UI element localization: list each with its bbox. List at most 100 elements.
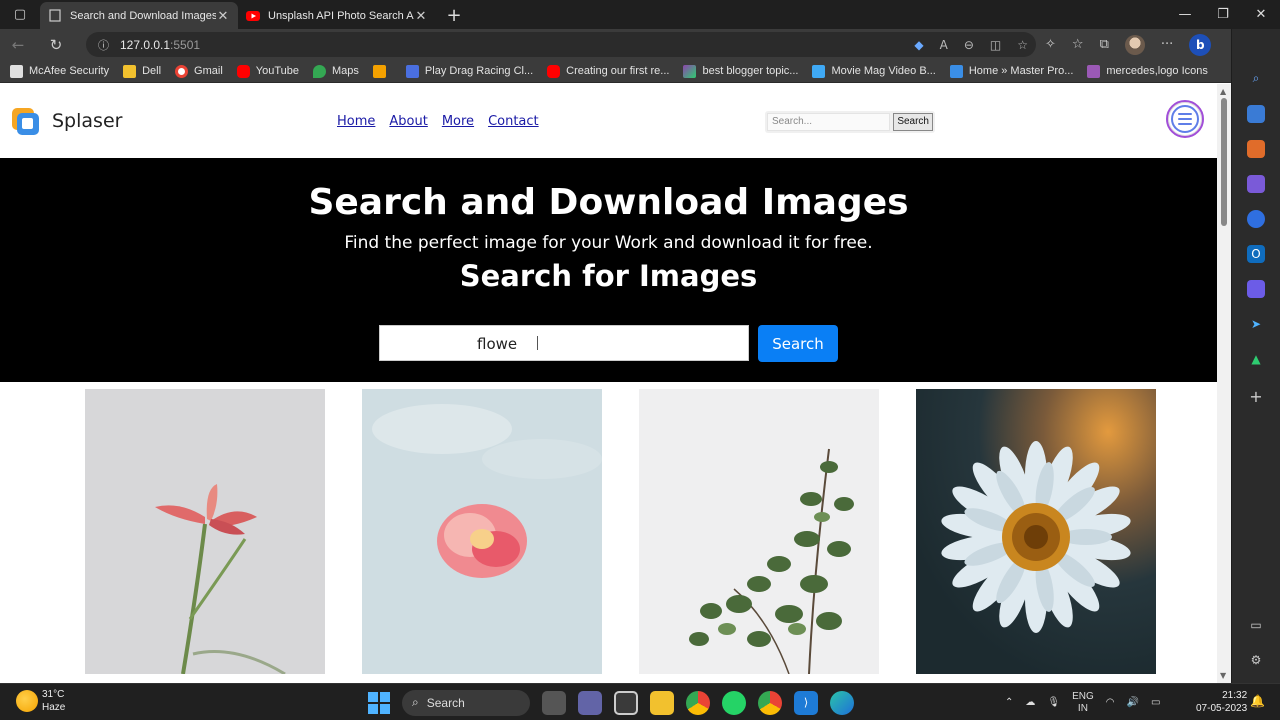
task-view-icon[interactable] (542, 690, 566, 715)
brand-name[interactable]: Splaser (52, 110, 122, 132)
result-image[interactable] (362, 389, 602, 674)
tag-icon[interactable]: ◆ (914, 38, 923, 52)
image-search-button[interactable]: Search (758, 325, 838, 362)
bookmark-item[interactable]: Play Drag Racing Cl... (405, 64, 533, 78)
splaser-logo[interactable] (12, 108, 40, 136)
outlook-icon[interactable]: O (1247, 245, 1265, 263)
bookmark-item[interactable]: Dell (123, 64, 161, 78)
edge-icon[interactable] (830, 690, 854, 715)
volume-icon[interactable]: 🔊 (1127, 697, 1139, 708)
split-screen-icon[interactable]: ◫ (990, 38, 1001, 52)
tab-unsplash-app[interactable]: Unsplash API Photo Search App ✕ (238, 2, 436, 29)
sidebar-toggle-icon[interactable]: ▭ (1247, 616, 1265, 634)
language-indicator[interactable]: ENG IN (1072, 691, 1094, 715)
store-icon[interactable] (614, 690, 638, 715)
file-explorer-icon[interactable] (650, 690, 674, 715)
result-image[interactable] (916, 389, 1156, 674)
read-aloud-icon[interactable]: A (940, 38, 948, 52)
bookmark-item[interactable]: Home » Master Pro... (949, 64, 1073, 78)
bookmark-item[interactable]: Movie Mag Video B... (812, 64, 936, 78)
scroll-up-icon[interactable]: ▲ (1220, 87, 1226, 96)
bookmark-item[interactable]: McAfee Security (10, 64, 109, 78)
page-icon (949, 64, 963, 78)
chrome-icon[interactable] (686, 690, 710, 715)
system-tray: ⌃ ☁ 🎙 ENG IN ◠ 🔊 ▭ (1005, 687, 1160, 718)
battery-icon[interactable]: ▭ (1151, 697, 1160, 708)
bookmark-item[interactable]: Gmail (175, 64, 223, 78)
taskbar-search[interactable]: ⌕ Search (402, 689, 530, 716)
more-menu-icon[interactable]: ··· (1161, 37, 1173, 52)
tab-actions-icon[interactable]: ▢ (0, 0, 40, 29)
copilot-icon[interactable] (1247, 210, 1265, 228)
tag-icon[interactable] (1247, 105, 1265, 123)
favorites-icon[interactable]: ☆ (1072, 37, 1084, 52)
youtube-icon (547, 64, 561, 78)
games-icon[interactable] (1247, 175, 1265, 193)
zoom-icon[interactable]: ⊖ (964, 38, 974, 52)
nav-contact[interactable]: Contact (488, 114, 539, 129)
refresh-icon[interactable]: ↻ (38, 29, 74, 60)
tab-close-icon[interactable]: ✕ (414, 8, 428, 24)
image-search-input[interactable]: flowe (379, 325, 749, 361)
nav-about[interactable]: About (389, 114, 427, 129)
back-icon[interactable]: ← (0, 29, 36, 60)
notification-icon[interactable]: 🔔 (1250, 694, 1265, 708)
tab-close-icon[interactable]: ✕ (216, 8, 230, 24)
new-tab-button[interactable]: + (442, 2, 466, 29)
tab-title: Search and Download Images (70, 9, 216, 22)
tools-icon[interactable] (1247, 140, 1265, 158)
bookmark-item[interactable]: YouTube (236, 64, 299, 78)
youtube-icon (236, 64, 250, 78)
site-info-icon[interactable]: ⓘ (98, 37, 120, 53)
icons-site-icon (1087, 64, 1101, 78)
chrome-icon[interactable] (758, 690, 782, 715)
tree-icon[interactable]: ▲ (1247, 350, 1265, 368)
microphone-icon[interactable]: 🎙 (1047, 697, 1060, 708)
weather-widget[interactable]: 31°C Haze (16, 688, 65, 714)
wifi-icon[interactable]: ◠ (1106, 697, 1115, 708)
close-window-icon[interactable]: ✕ (1242, 0, 1280, 29)
bookmark-item[interactable] (372, 64, 392, 78)
extensions-icon[interactable]: ✧ (1045, 37, 1056, 52)
page-scrollbar[interactable]: ▲ ▼ (1217, 84, 1231, 683)
header-search-input[interactable]: Search... (767, 113, 891, 131)
bookmark-item[interactable]: best blogger topic... (683, 64, 798, 78)
bookmark-item[interactable]: Creating our first re... (547, 64, 669, 78)
scroll-down-icon[interactable]: ▼ (1220, 671, 1226, 680)
teams-icon[interactable] (578, 690, 602, 715)
result-image[interactable] (85, 389, 325, 674)
onedrive-icon[interactable]: ☁ (1025, 697, 1035, 708)
text-cursor-icon (537, 336, 543, 350)
bing-copilot-icon[interactable]: b (1189, 33, 1212, 56)
bookmark-item[interactable]: Maps (313, 64, 359, 78)
profile-avatar[interactable] (1124, 34, 1145, 55)
address-bar[interactable]: ⓘ 127.0.0.1:5501 ◆ A ⊖ ◫ ☆ (86, 32, 1036, 57)
windows-start-icon[interactable] (368, 691, 390, 714)
minimize-icon[interactable]: — (1166, 0, 1204, 29)
collections-icon[interactable]: ⧉ (1100, 37, 1109, 52)
result-image[interactable] (639, 389, 879, 674)
search-icon[interactable]: ⌕ (1247, 69, 1265, 87)
favorite-add-icon[interactable]: ☆ (1017, 38, 1028, 52)
restore-icon[interactable]: ❐ (1204, 0, 1242, 29)
header-search-button[interactable]: Search (893, 113, 933, 131)
search-query: flowe (477, 335, 518, 353)
designer-icon[interactable] (1247, 280, 1265, 298)
bookmark-item[interactable]: mercedes,logo Icons (1087, 64, 1208, 78)
scrollbar-thumb[interactable] (1221, 98, 1227, 226)
menu-toggle-button[interactable] (1166, 100, 1204, 138)
youtube-icon (246, 9, 260, 23)
add-icon[interactable]: + (1247, 387, 1265, 406)
google-icon (175, 64, 189, 78)
whatsapp-icon[interactable] (722, 690, 746, 715)
nav-home[interactable]: Home (337, 114, 375, 129)
nav-more[interactable]: More (442, 114, 474, 129)
settings-icon[interactable]: ⚙ (1247, 651, 1265, 669)
tab-search-and-download[interactable]: Search and Download Images ✕ (40, 2, 238, 29)
clock[interactable]: 21:32 07-05-2023 (1196, 689, 1247, 715)
chevron-up-icon[interactable]: ⌃ (1005, 697, 1013, 708)
send-icon[interactable]: ➤ (1247, 315, 1265, 333)
search-icon: ⌕ (412, 695, 419, 709)
vscode-icon[interactable]: ⟩ (794, 690, 818, 715)
header-search: Search... Search (765, 111, 935, 133)
